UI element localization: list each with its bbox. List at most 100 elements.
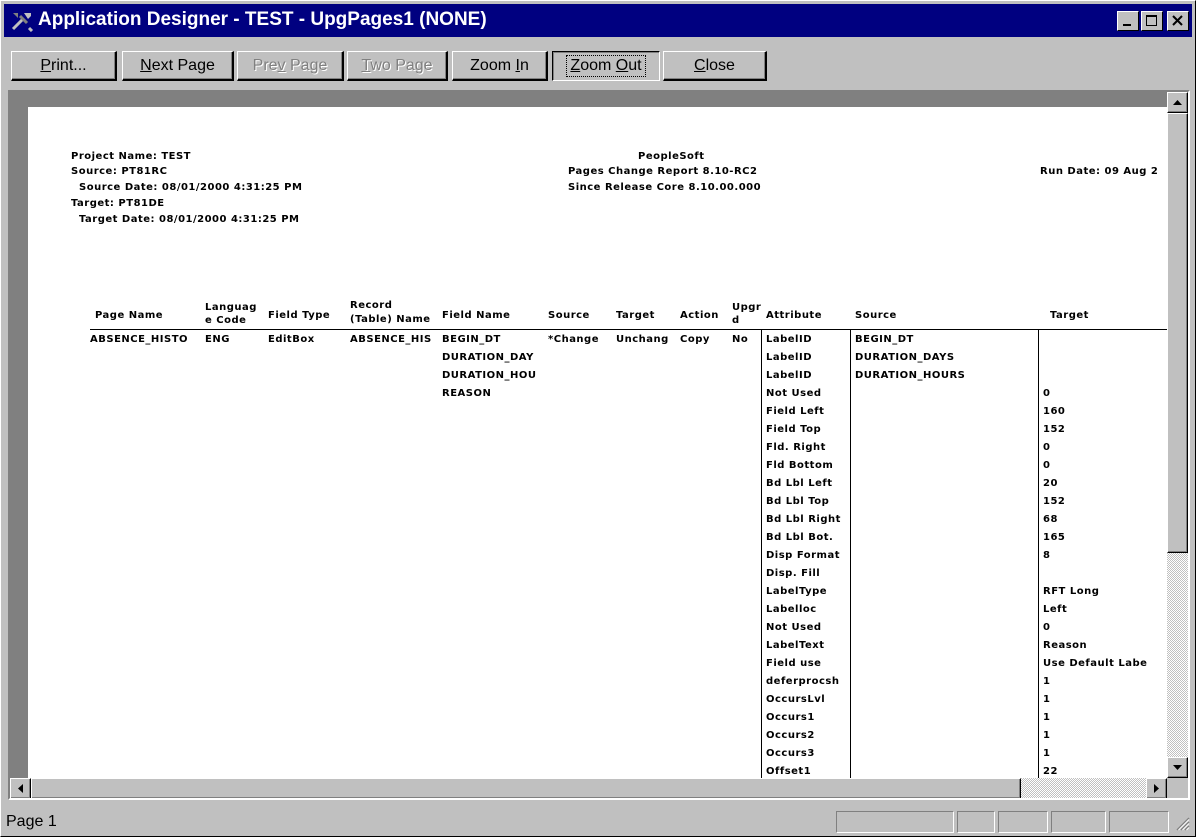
attribute-name-cell: Not Used [766,622,822,633]
attribute-name-cell: Offset1 [766,766,812,777]
cell-target: Unchang [616,334,669,345]
scroll-down-button[interactable] [1167,757,1188,778]
attribute-name-cell: Bd Lbl Top [766,496,830,507]
attribute-target-cell: Reason [1043,640,1088,651]
attribute-target-cell: Use Default Labe [1043,658,1148,669]
attribute-name-cell: Fld Bottom [766,460,834,471]
attribute-source-cell: DURATION_HOURS [855,370,966,381]
attribute-target-cell: 68 [1043,514,1058,525]
status-panel [957,811,995,833]
title-bar[interactable]: Application Designer - TEST - UpgPages1 … [4,4,1192,37]
attribute-name-cell: Occurs1 [766,712,815,723]
col-field-name: Field Name [442,310,511,321]
attribute-target-cell: RFT Long [1043,586,1100,597]
attr-left-rule [761,329,762,798]
header-rule [90,329,1173,330]
vertical-scroll-thumb[interactable] [1167,113,1188,553]
col-record-name-2: (Table) Name [350,314,431,325]
next-page-button[interactable]: Next Page [122,51,234,81]
col-action: Action [680,310,719,321]
scroll-left-button[interactable] [10,778,31,798]
attribute-target-cell: 1 [1043,712,1051,723]
cell-source: *Change [548,334,599,345]
col-record-name-1: Record [350,300,393,311]
attribute-name-cell: OccursLvl [766,694,826,705]
status-bar: Page 1 [4,809,1192,835]
maximize-icon [1146,15,1157,26]
attribute-name-cell: Disp. Fill [766,568,821,579]
attribute-target-cell: 0 [1043,442,1051,453]
col-upgrade-1: Upgr [732,302,762,313]
status-panel [836,811,954,833]
attribute-target-cell: 152 [1043,424,1066,435]
attribute-target-cell: 0 [1043,460,1051,471]
cell-language-code: ENG [205,334,230,345]
cell-action: Copy [680,334,710,345]
tools-icon [11,13,34,32]
zoom-in-button[interactable]: Zoom In [452,51,548,81]
horizontal-scrollbar[interactable] [10,778,1167,798]
report-title: Pages Change Report 8.10-RC2 [568,166,758,177]
attribute-name-cell: Field Top [766,424,822,435]
attribute-name-cell: Fld. Right [766,442,826,453]
field-name-cell: REASON [442,388,492,399]
col-attr-target: Target [1050,310,1089,321]
arrow-left-icon [18,784,23,793]
target-db: Target: PT81DE [71,198,165,209]
attr-target-rule [1038,329,1039,798]
application-window: Application Designer - TEST - UpgPages1 … [0,0,1196,837]
attribute-name-cell: Bd Lbl Right [766,514,841,525]
run-date: Run Date: 09 Aug 2 [1040,166,1159,177]
resize-grip-icon[interactable] [1174,815,1190,831]
attribute-target-cell: 20 [1043,478,1058,489]
col-attr-source: Source [855,310,897,321]
horizontal-scroll-thumb[interactable] [31,778,1021,798]
col-target: Target [616,310,655,321]
target-date: Target Date: 08/01/2000 4:31:25 PM [79,214,300,225]
maximize-button[interactable] [1141,11,1163,31]
attribute-name-cell: deferprocsh [766,676,840,687]
attribute-name-cell: Not Used [766,388,822,399]
col-source: Source [548,310,590,321]
attribute-target-cell: 160 [1043,406,1066,417]
close-window-button[interactable] [1167,11,1189,31]
attribute-target-cell: 165 [1043,532,1066,543]
print-preview-area: Project Name: TEST Source: PT81RC Source… [8,90,1190,800]
arrow-right-icon [1154,784,1159,793]
col-field-type: Field Type [268,310,331,321]
arrow-down-icon [1173,765,1182,770]
attribute-name-cell: LabelText [766,640,825,651]
cell-upgrade: No [732,334,749,345]
minimize-button[interactable] [1117,11,1139,31]
col-page-name: Page Name [95,310,164,321]
cell-field-type: EditBox [268,334,315,345]
print-button[interactable]: Print... [11,51,117,81]
status-panel [1051,811,1106,833]
attribute-target-cell: 1 [1043,694,1051,705]
attribute-name-cell: LabelID [766,334,813,345]
report-page: Project Name: TEST Source: PT81RC Source… [28,107,1173,798]
close-preview-button[interactable]: Close [663,51,767,81]
scroll-up-button[interactable] [1167,92,1188,113]
attr-source-rule [850,329,851,798]
attribute-target-cell: 22 [1043,766,1058,777]
attribute-name-cell: LabelType [766,586,828,597]
status-panel [1109,811,1169,833]
source-db: Source: PT81RC [71,166,168,177]
attribute-source-cell: BEGIN_DT [855,334,914,345]
prev-page-button[interactable]: Prev Page [237,51,344,81]
vertical-scrollbar[interactable] [1167,92,1188,778]
source-date: Source Date: 08/01/2000 4:31:25 PM [79,182,303,193]
col-language-code-1: Languag [205,302,257,313]
status-panel [998,811,1048,833]
attribute-target-cell: 1 [1043,730,1051,741]
attribute-target-cell: 152 [1043,496,1066,507]
zoom-out-button[interactable]: Zoom Out [552,51,660,81]
company-name: PeopleSoft [638,151,705,162]
attribute-name-cell: Bd Lbl Left [766,478,833,489]
attribute-name-cell: Occurs3 [766,748,815,759]
two-page-button[interactable]: Two Page [347,51,448,81]
attribute-target-cell: 0 [1043,622,1051,633]
scroll-right-button[interactable] [1146,778,1167,798]
since-release: Since Release Core 8.10.00.000 [568,182,762,193]
